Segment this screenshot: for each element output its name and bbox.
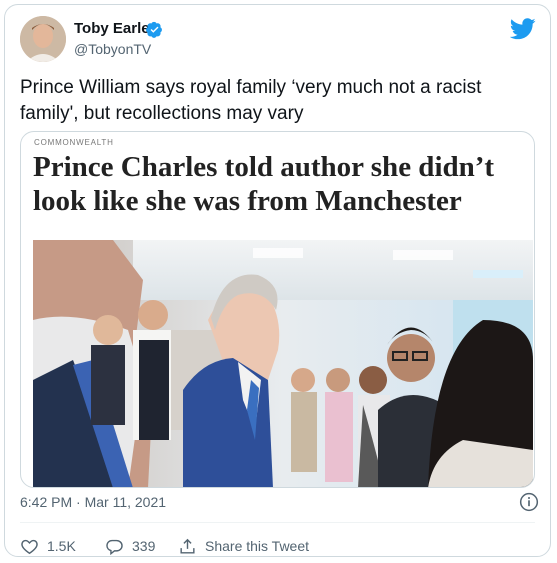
heart-icon xyxy=(21,539,38,554)
share-icon xyxy=(180,538,195,554)
reply-button[interactable]: 339 xyxy=(105,536,155,556)
tweet-card: Toby Earle @TobyonTV Prince William says… xyxy=(4,4,551,557)
tweet-timestamp[interactable]: 6:42 PM · Mar 11, 2021 xyxy=(20,494,166,510)
article-photo xyxy=(33,240,533,487)
tweet-media-card[interactable]: COMMONWEALTH Prince Charles told author … xyxy=(20,131,535,488)
like-count: 1.5K xyxy=(47,538,76,554)
reply-count: 339 xyxy=(132,538,156,554)
tweet-text: Prince William says royal family ‘very m… xyxy=(20,77,482,124)
like-button[interactable]: 1.5K xyxy=(20,536,76,556)
share-button[interactable]: Share this Tweet xyxy=(178,536,309,556)
article-headline: Prince Charles told author she didn’t lo… xyxy=(33,151,495,217)
twitter-bird-icon[interactable] xyxy=(510,18,536,40)
info-icon[interactable] xyxy=(519,492,539,512)
share-label: Share this Tweet xyxy=(205,538,310,554)
divider xyxy=(20,522,535,523)
article-kicker: COMMONWEALTH xyxy=(34,138,114,147)
author-handle[interactable]: @TobyonTV xyxy=(74,41,151,57)
verified-badge-icon xyxy=(146,21,162,38)
avatar[interactable] xyxy=(20,16,66,62)
author-name[interactable]: Toby Earle xyxy=(74,20,150,37)
reply-icon xyxy=(106,539,123,555)
